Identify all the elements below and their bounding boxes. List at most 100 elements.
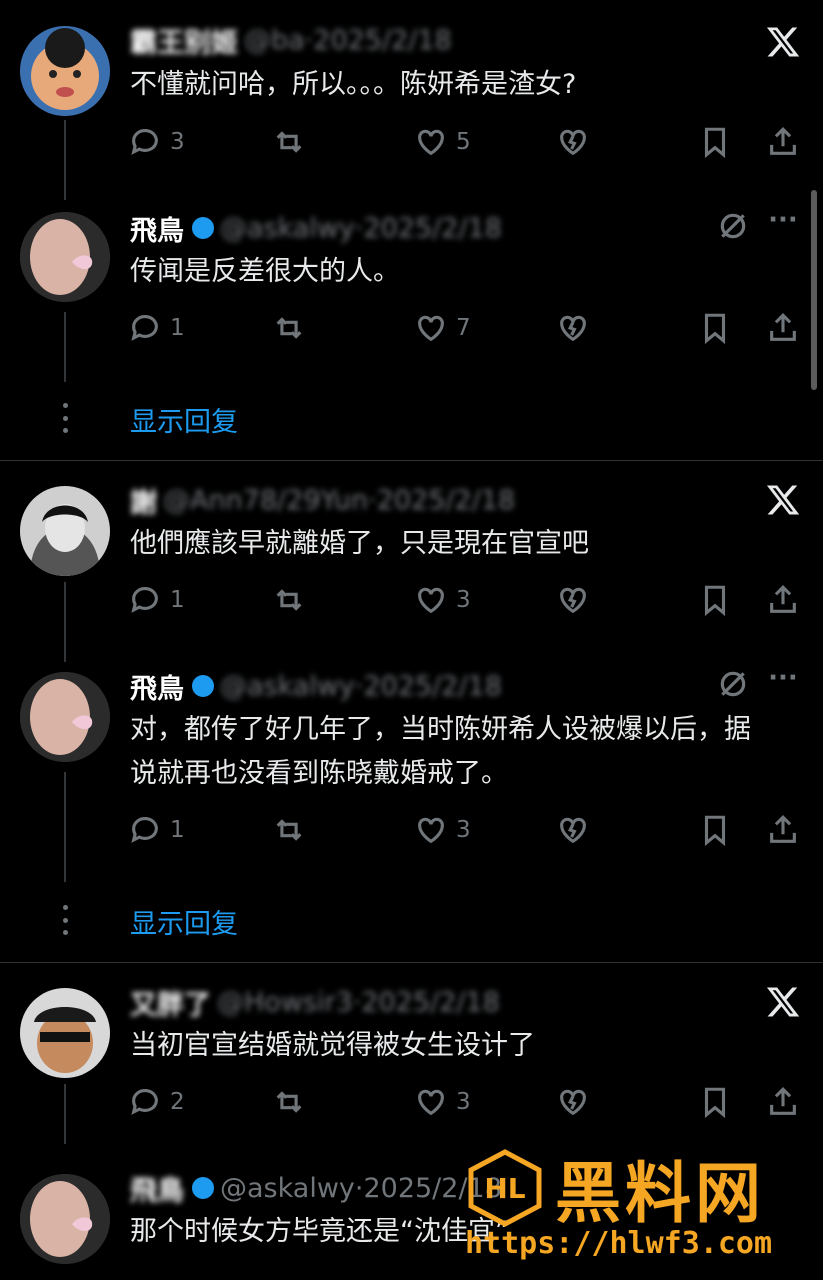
watermark: HL 黑料网 https://hlwf3.com <box>465 1140 815 1280</box>
reply-button[interactable]: 2 <box>128 1085 185 1119</box>
reply-count: 3 <box>170 129 185 155</box>
avatar[interactable] <box>20 486 110 576</box>
like-button[interactable]: 3 <box>414 1085 471 1119</box>
bookmark-icon <box>704 127 726 159</box>
verified-icon <box>192 1177 214 1199</box>
action-bar: 2 3 <box>128 1082 808 1122</box>
author-name[interactable]: 又胖了 <box>130 983 211 1022</box>
divider <box>0 460 823 461</box>
repost-button[interactable] <box>272 583 306 617</box>
like-button[interactable]: 7 <box>414 311 471 345</box>
post-header: 又胖了 @Howsir3·2025/2/18 <box>130 982 500 1022</box>
thread-line <box>64 120 66 200</box>
show-replies-link[interactable]: 显示回复 <box>130 400 238 439</box>
bookmark-button[interactable] <box>698 125 732 159</box>
share-button[interactable] <box>766 311 800 345</box>
mute-icon[interactable] <box>717 668 753 704</box>
watermark-logo-icon: HL <box>468 1149 542 1227</box>
action-bar: 1 7 <box>128 308 808 348</box>
bookmark-icon <box>704 585 726 617</box>
bookmark-button[interactable] <box>698 311 732 345</box>
repost-button[interactable] <box>272 125 306 159</box>
repost-icon <box>276 589 302 611</box>
author-name[interactable]: 飛鳥 <box>130 667 184 706</box>
bookmark-icon <box>704 1087 726 1119</box>
reply-count: 2 <box>170 1089 185 1115</box>
like-button[interactable]: 3 <box>414 813 471 847</box>
share-button[interactable] <box>766 583 800 617</box>
author-name[interactable]: 謝 <box>130 481 157 520</box>
avatar[interactable] <box>20 988 110 1078</box>
post-1[interactable]: 霸王别姬 @ba·2025/2/18 不懂就问哈，所以。。。陈妍希是渣女? 3 … <box>0 0 823 200</box>
like-icon <box>418 817 444 844</box>
reply-icon <box>131 1089 158 1115</box>
share-button[interactable] <box>766 1085 800 1119</box>
broken-heart-icon <box>560 129 586 156</box>
broken-heart-icon <box>560 315 586 342</box>
watermark-url: https://hlwf3.com <box>465 1226 773 1261</box>
show-replies-link[interactable]: 显示回复 <box>130 902 238 941</box>
post-header: 霸王别姬 @ba·2025/2/18 <box>130 20 452 60</box>
avatar[interactable] <box>20 212 110 302</box>
reply-button[interactable]: 1 <box>128 813 185 847</box>
repost-icon <box>276 819 302 841</box>
dislike-button[interactable] <box>556 311 590 345</box>
bookmark-icon <box>704 815 726 847</box>
post-text: 对，都传了好几年了，当时陈妍希人设被爆以后，据说就再也没看到陈晓戴婚戒了。 <box>130 714 751 789</box>
like-button[interactable]: 5 <box>414 125 471 159</box>
author-meta: @ba·2025/2/18 <box>244 24 452 56</box>
post-2[interactable]: 飛鳥 @askalwy·2025/2/18 ··· 传闻是反差很大的人。 1 7 <box>0 190 823 390</box>
like-count: 3 <box>456 1089 471 1115</box>
thread-line <box>64 772 66 882</box>
reply-count: 1 <box>170 817 185 843</box>
share-button[interactable] <box>766 813 800 847</box>
repost-button[interactable] <box>272 813 306 847</box>
thread-line <box>64 312 66 382</box>
thread-dots <box>58 403 72 433</box>
author-meta: @Ann78/29Yun·2025/2/18 <box>163 484 516 516</box>
like-icon <box>418 1089 444 1116</box>
post-4[interactable]: 飛鳥 @askalwy·2025/2/18 ··· 对，都传了好几年了，当时陈妍… <box>0 652 823 892</box>
like-icon <box>418 587 444 614</box>
post-header: 飛鳥 @askalwy·2025/2/18 <box>130 208 502 248</box>
mute-icon[interactable] <box>717 210 753 246</box>
x-logo-icon <box>763 480 803 520</box>
reply-button[interactable]: 1 <box>128 311 185 345</box>
thread-line <box>64 582 66 662</box>
reply-button[interactable]: 3 <box>128 125 185 159</box>
author-name[interactable]: 霸王别姬 <box>130 21 238 60</box>
post-text: 不懂就问哈，所以。。。陈妍希是渣女? <box>130 69 577 100</box>
post-header: 飛鳥 @askalwy·2025/2/18 <box>130 1168 502 1208</box>
action-bar: 1 3 <box>128 810 808 850</box>
broken-heart-icon <box>560 587 586 614</box>
avatar[interactable] <box>20 672 110 762</box>
share-icon <box>770 815 796 843</box>
repost-icon <box>276 317 302 339</box>
like-button[interactable]: 3 <box>414 583 471 617</box>
reply-count: 1 <box>170 587 185 613</box>
reply-icon <box>131 587 158 613</box>
broken-heart-icon <box>560 1089 586 1116</box>
dislike-button[interactable] <box>556 583 590 617</box>
dislike-button[interactable] <box>556 1085 590 1119</box>
repost-button[interactable] <box>272 311 306 345</box>
bookmark-button[interactable] <box>698 1085 732 1119</box>
author-name[interactable]: 飛鳥 <box>130 1169 184 1208</box>
avatar[interactable] <box>20 26 110 116</box>
bookmark-button[interactable] <box>698 813 732 847</box>
repost-button[interactable] <box>272 1085 306 1119</box>
dislike-button[interactable] <box>556 125 590 159</box>
more-icon[interactable]: ··· <box>763 665 803 704</box>
share-icon <box>770 127 796 155</box>
post-5[interactable]: 又胖了 @Howsir3·2025/2/18 当初官宣结婚就觉得被女生设计了 2… <box>0 964 823 1144</box>
bookmark-button[interactable] <box>698 583 732 617</box>
avatar[interactable] <box>20 1174 110 1264</box>
author-name[interactable]: 飛鳥 <box>130 209 184 248</box>
post-3[interactable]: 謝 @Ann78/29Yun·2025/2/18 他們應該早就離婚了，只是現在官… <box>0 462 823 662</box>
reply-icon <box>131 315 158 341</box>
share-button[interactable] <box>766 125 800 159</box>
like-count: 7 <box>456 315 471 341</box>
more-icon[interactable]: ··· <box>763 207 803 246</box>
reply-button[interactable]: 1 <box>128 583 185 617</box>
dislike-button[interactable] <box>556 813 590 847</box>
